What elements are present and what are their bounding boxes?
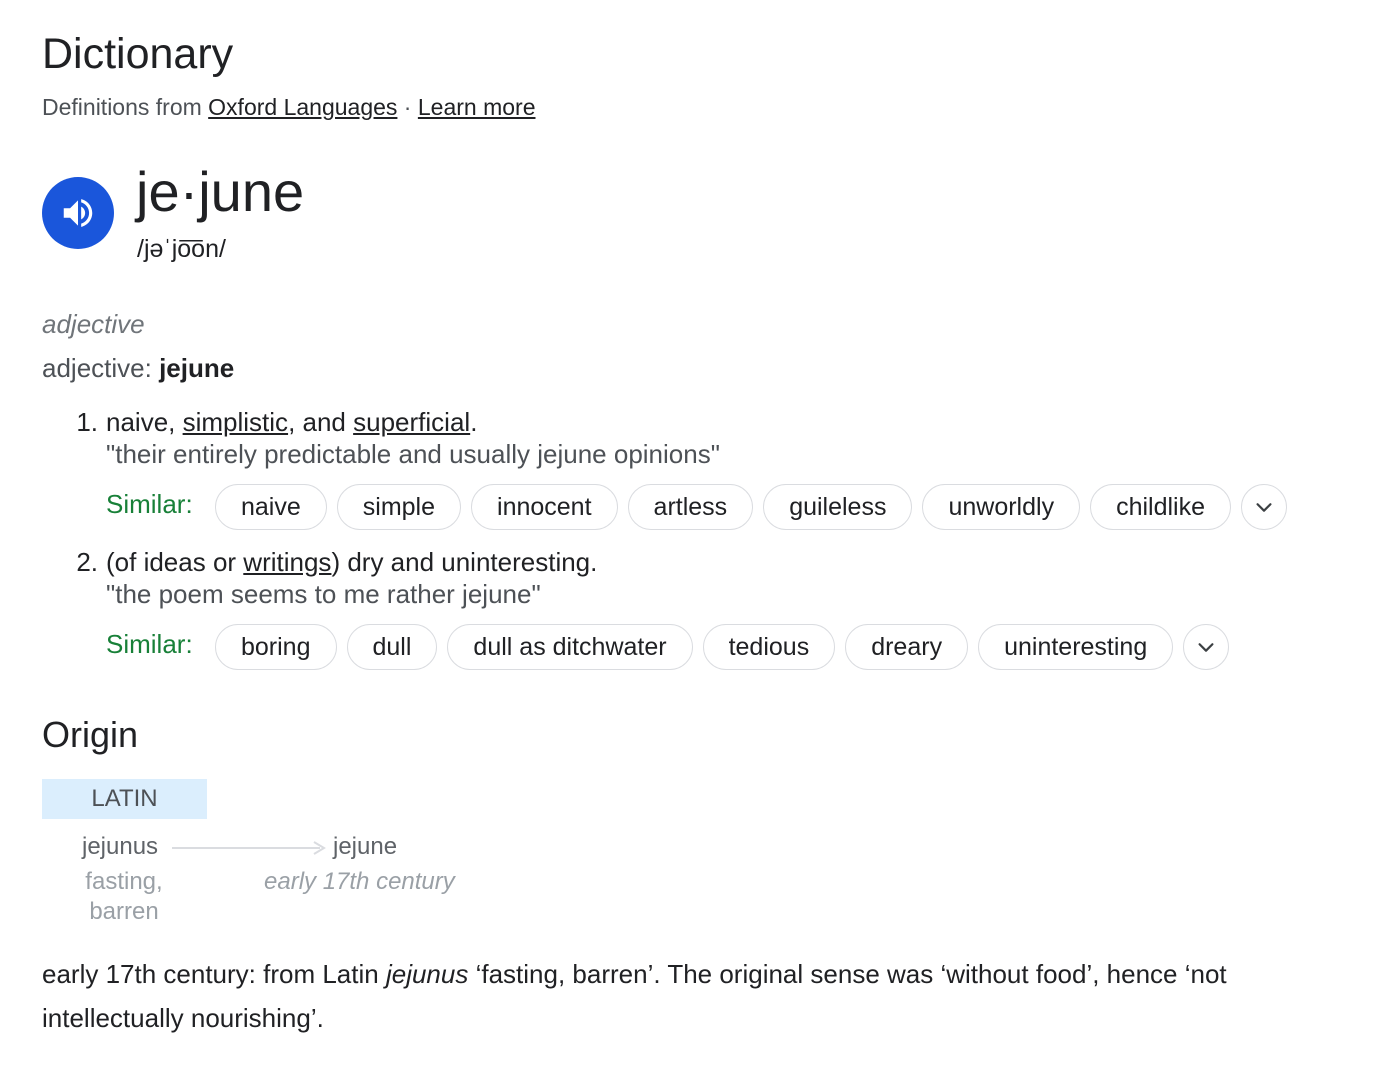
- def-text: , and: [288, 407, 354, 437]
- similar-words-list: boring dull dull as ditchwater tedious d…: [215, 624, 1230, 670]
- oxford-languages-link[interactable]: Oxford Languages: [208, 94, 397, 120]
- similar-label: Similar:: [106, 489, 193, 519]
- similar-label: Similar:: [106, 629, 193, 659]
- etymology-arrow: [172, 841, 326, 855]
- def-text: naive,: [106, 407, 183, 437]
- usage-example: "their entirely predictable and usually …: [106, 439, 720, 469]
- similar-word-chip[interactable]: naive: [215, 484, 327, 530]
- def-text: ) dry and uninteresting.: [331, 547, 598, 577]
- similar-word-chip[interactable]: dull: [346, 624, 438, 670]
- pronunciation-button[interactable]: [42, 177, 114, 249]
- origin-target-date: early 17th century: [264, 868, 455, 895]
- similar-word-chip[interactable]: artless: [627, 484, 754, 530]
- def-link-simplistic[interactable]: simplistic: [183, 407, 288, 437]
- headword: je·june: [136, 160, 305, 223]
- chevron-down-icon: [1256, 503, 1272, 512]
- learn-more-link[interactable]: Learn more: [418, 94, 536, 120]
- origin-description: early 17th century: from Latin jejunus ‘…: [42, 952, 1342, 1040]
- source-prefix: Definitions from: [42, 94, 209, 120]
- page-title: Dictionary: [42, 30, 234, 78]
- origin-source-gloss: fasting, barren: [62, 867, 186, 927]
- similar-words-list: naive simple innocent artless guileless …: [215, 484, 1288, 530]
- phonetic-spelling: /jəˈjo͞on/: [137, 235, 226, 263]
- sense-definition: naive, simplistic, and superficial.: [106, 405, 477, 439]
- pos-word: jejune: [159, 353, 235, 383]
- origin-language-box: LATIN: [42, 779, 207, 819]
- sense-number: 2.: [76, 547, 98, 577]
- sense-number: 1.: [76, 407, 98, 437]
- origin-heading: Origin: [42, 714, 139, 755]
- def-text: .: [470, 407, 478, 437]
- similar-word-chip[interactable]: dreary: [845, 624, 969, 670]
- source-line: Definitions from Oxford Languages · Lear…: [42, 92, 536, 122]
- similar-word-chip[interactable]: childlike: [1090, 484, 1232, 530]
- gloss-line: fasting,: [85, 868, 163, 895]
- origin-target-word: jejune: [333, 833, 398, 860]
- speaker-icon: [63, 199, 93, 227]
- origin-text-latin: jejunus: [385, 959, 469, 989]
- usage-example: "the poem seems to me rather jejune": [106, 579, 541, 609]
- similar-word-chip[interactable]: guileless: [763, 484, 913, 530]
- expand-similar-button[interactable]: [1241, 484, 1288, 530]
- similar-word-chip[interactable]: tedious: [702, 624, 836, 670]
- def-link-superficial[interactable]: superficial: [353, 407, 470, 437]
- def-text: (of ideas or: [106, 547, 244, 577]
- sense-definition: (of ideas or writings) dry and uninteres…: [106, 545, 597, 579]
- similar-word-chip[interactable]: unworldly: [922, 484, 1081, 530]
- similar-word-chip[interactable]: innocent: [471, 484, 618, 530]
- part-of-speech-label: adjective: [42, 309, 145, 339]
- similar-word-chip[interactable]: simple: [336, 484, 462, 530]
- similar-word-chip[interactable]: uninteresting: [978, 624, 1174, 670]
- part-of-speech-line: adjective: jejune: [42, 350, 234, 386]
- source-separator: ·: [397, 94, 418, 120]
- origin-source-word: jejunus: [82, 833, 159, 860]
- origin-text-part: early 17th century: from Latin: [42, 959, 386, 989]
- chevron-down-icon: [1198, 643, 1214, 652]
- expand-similar-button[interactable]: [1183, 624, 1230, 670]
- similar-word-chip[interactable]: boring: [215, 624, 337, 670]
- pos-prefix: adjective:: [42, 353, 160, 383]
- gloss-line: barren: [89, 898, 159, 925]
- similar-word-chip[interactable]: dull as ditchwater: [447, 624, 693, 670]
- def-link-writings[interactable]: writings: [243, 547, 331, 577]
